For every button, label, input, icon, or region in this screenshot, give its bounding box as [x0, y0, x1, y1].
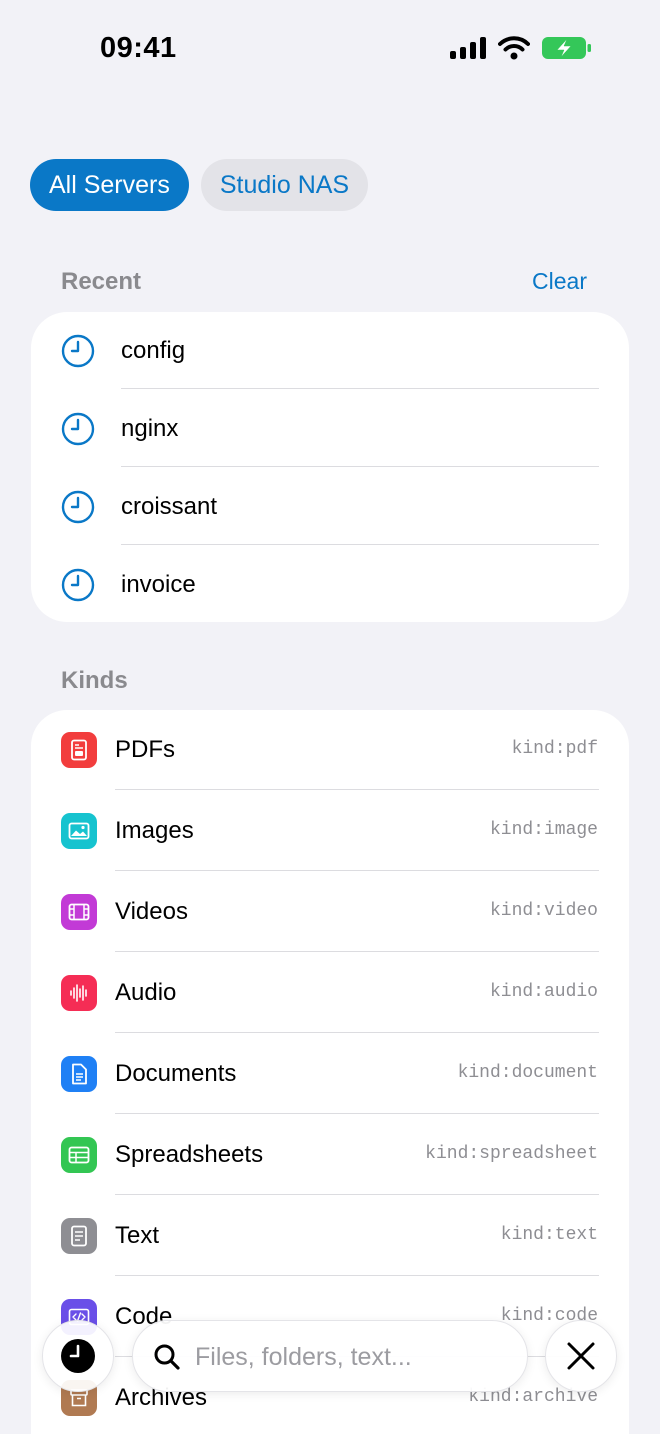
clock-icon — [61, 568, 95, 602]
chip-all-servers[interactable]: All Servers — [30, 159, 189, 211]
recent-item[interactable]: invoice — [31, 546, 629, 622]
kind-row-spreadsheet[interactable]: Spreadsheets kind:spreadsheet — [31, 1115, 629, 1196]
kind-label: Videos — [115, 898, 188, 925]
divider — [115, 951, 599, 952]
divider — [115, 1032, 599, 1033]
kind-row-text[interactable]: Text kind:text — [31, 1196, 629, 1277]
kind-row-audio[interactable]: Audio kind:audio — [31, 953, 629, 1034]
kind-row-image[interactable]: Images kind:image — [31, 791, 629, 872]
clock-filled-icon — [61, 1339, 95, 1373]
bottom-search-bar — [0, 1318, 660, 1396]
divider — [121, 544, 599, 545]
status-icons — [450, 36, 592, 60]
status-bar: 09:41 — [0, 0, 660, 100]
recent-list: config nginx croissant invoice — [31, 312, 629, 622]
divider — [115, 870, 599, 871]
recent-item[interactable]: nginx — [31, 390, 629, 468]
kind-query: kind:audio — [489, 982, 598, 1002]
server-filter-chips: All Servers Studio NAS — [30, 159, 369, 211]
kind-label: Images — [115, 817, 194, 844]
recent-item-label: config — [121, 337, 186, 364]
pdf-icon — [61, 732, 97, 768]
kind-label: Text — [115, 1222, 160, 1249]
kind-row-pdf[interactable]: PDFs kind:pdf — [31, 710, 629, 791]
recent-item-label: croissant — [121, 493, 218, 520]
kind-label: Audio — [115, 979, 177, 1006]
recent-item-label: nginx — [121, 415, 179, 442]
kind-query: kind:text — [500, 1225, 598, 1245]
divider — [121, 388, 599, 389]
search-field[interactable] — [132, 1320, 528, 1392]
recent-item[interactable]: config — [31, 312, 629, 390]
kind-query: kind:document — [457, 1063, 598, 1083]
recent-section-title: Recent — [61, 268, 142, 295]
kind-query: kind:video — [489, 901, 598, 921]
divider — [115, 1194, 599, 1195]
search-icon — [154, 1344, 180, 1370]
kind-query: kind:spreadsheet — [425, 1144, 598, 1164]
film-icon — [61, 894, 97, 930]
table-icon — [61, 1137, 97, 1173]
recent-item[interactable]: croissant — [31, 468, 629, 546]
kind-label: PDFs — [115, 736, 175, 763]
search-input[interactable] — [195, 1337, 515, 1377]
history-button[interactable] — [42, 1320, 114, 1392]
divider — [115, 789, 599, 790]
kind-query: kind:pdf — [511, 739, 598, 759]
clear-recent-button[interactable]: Clear — [532, 268, 587, 295]
clock-icon — [61, 490, 95, 524]
text-icon — [61, 1218, 97, 1254]
image-icon — [61, 813, 97, 849]
kind-row-video[interactable]: Videos kind:video — [31, 872, 629, 953]
divider — [115, 1275, 599, 1276]
kind-query: kind:image — [489, 820, 598, 840]
recent-item-label: invoice — [121, 571, 196, 598]
status-time: 09:41 — [100, 32, 177, 64]
kind-row-document[interactable]: Documents kind:document — [31, 1034, 629, 1115]
cellular-signal-icon — [450, 37, 486, 59]
clock-icon — [61, 334, 95, 368]
divider — [115, 1113, 599, 1114]
document-icon — [61, 1056, 97, 1092]
chip-studio-nas[interactable]: Studio NAS — [200, 159, 369, 211]
kind-label: Spreadsheets — [115, 1141, 264, 1168]
close-icon — [567, 1342, 595, 1370]
kinds-section-title: Kinds — [61, 667, 128, 694]
close-button[interactable] — [545, 1320, 617, 1392]
waveform-icon — [61, 975, 97, 1011]
wifi-icon — [498, 36, 530, 60]
clock-icon — [61, 412, 95, 446]
kind-label: Documents — [115, 1060, 237, 1087]
battery-charging-icon — [542, 37, 591, 59]
divider — [121, 466, 599, 467]
